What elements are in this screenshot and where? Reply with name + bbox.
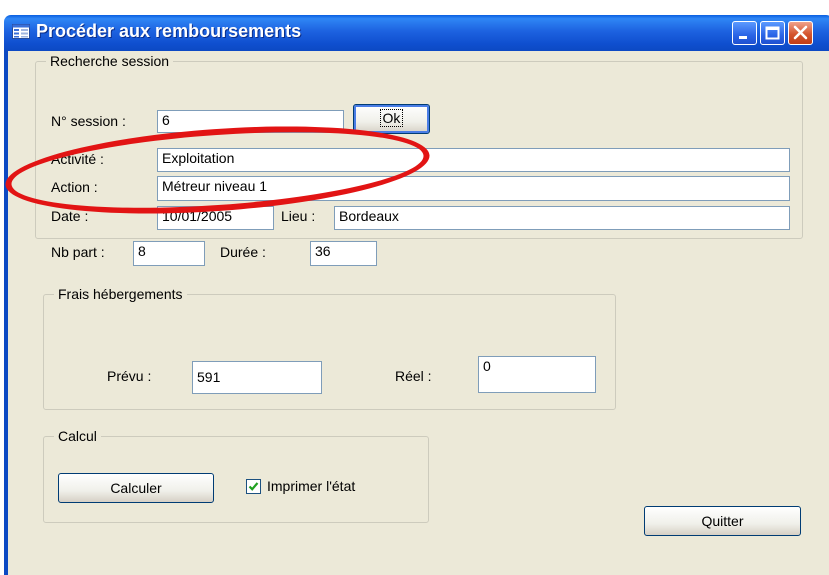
- recherche-session-legend: Recherche session: [46, 53, 174, 69]
- dialog-window: Procéder aux remboursements Recherche se…: [4, 15, 829, 575]
- title-bar[interactable]: Procéder aux remboursements: [4, 15, 829, 51]
- ok-button-label: Ok: [379, 109, 404, 127]
- form-icon: [12, 24, 30, 39]
- minimize-button[interactable]: [732, 21, 757, 45]
- imprimer-checkbox[interactable]: [246, 479, 261, 494]
- lieu-field[interactable]: Bordeaux: [334, 206, 790, 230]
- close-button[interactable]: [788, 21, 813, 45]
- prevu-label: Prévu :: [107, 368, 152, 384]
- nbpart-label: Nb part :: [51, 244, 105, 260]
- duree-field[interactable]: 36: [310, 241, 377, 266]
- close-icon: [793, 25, 808, 40]
- window-client-area: Recherche session N° session : 6 Ok Acti…: [4, 51, 829, 575]
- prevu-field[interactable]: 591: [192, 361, 322, 394]
- frais-hebergements-legend: Frais hébergements: [54, 286, 187, 302]
- maximize-button[interactable]: [760, 21, 785, 45]
- session-label: N° session :: [51, 113, 126, 129]
- calculer-button[interactable]: Calculer: [58, 473, 214, 503]
- lieu-label: Lieu :: [281, 208, 316, 224]
- window-title: Procéder aux remboursements: [36, 21, 302, 41]
- reel-label: Réel :: [395, 368, 432, 384]
- maximize-icon: [765, 26, 780, 40]
- reel-field[interactable]: 0: [478, 356, 596, 393]
- imprimer-label: Imprimer l'état: [267, 478, 356, 494]
- checkmark-icon: [248, 482, 259, 491]
- quitter-button[interactable]: Quitter: [644, 506, 801, 536]
- nbpart-field[interactable]: 8: [133, 241, 205, 266]
- duree-label: Durée :: [220, 244, 266, 260]
- calcul-legend: Calcul: [54, 428, 101, 444]
- minimize-icon: [739, 36, 747, 39]
